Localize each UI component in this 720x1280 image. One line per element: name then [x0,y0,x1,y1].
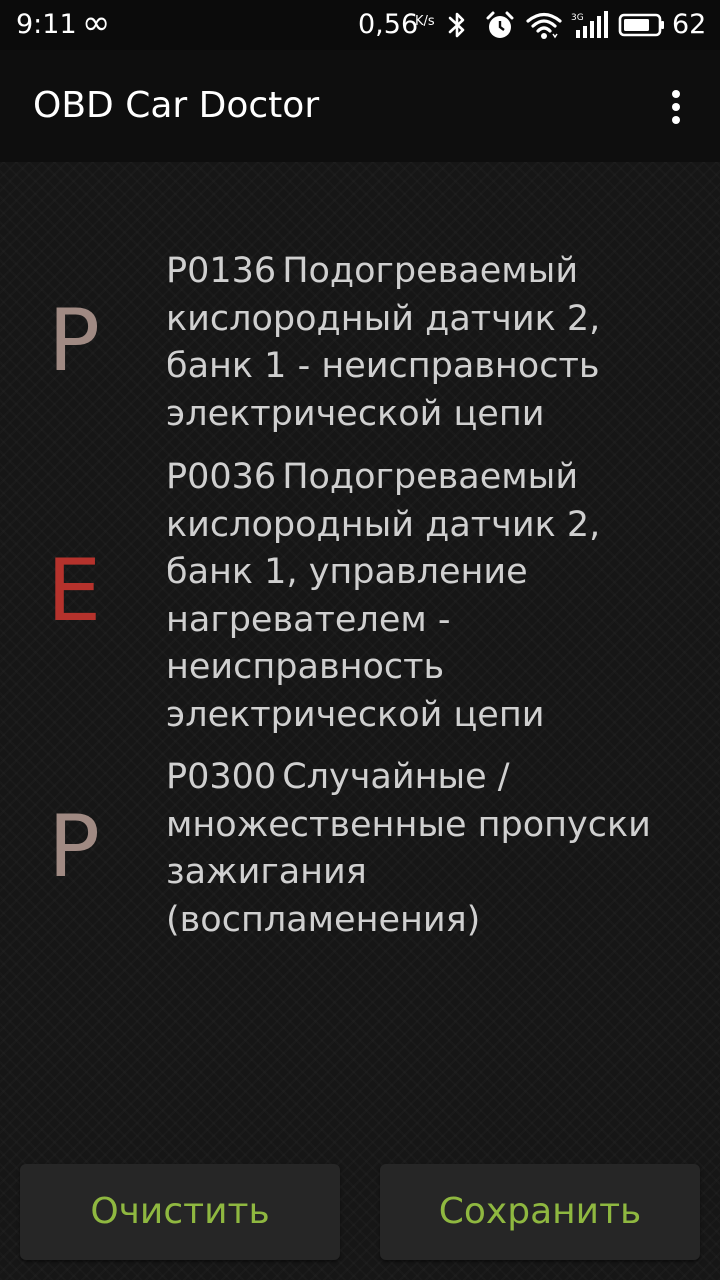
dtc-line: неисправность [166,647,445,687]
network-type-label: 3G [571,13,584,23]
dtc-line: электрической цепи [166,694,545,735]
bluetooth-icon [448,12,465,38]
cellular-signal-icon: 3G [571,11,608,38]
app-screen: 9:11 ∞ 0,56 K/s 3G 62 OBD Car Doctor P P… [0,0,720,1280]
dtc-line: P0136 Подогреваемый [166,248,686,296]
dtc-line-text: Подогреваемый [282,251,579,291]
dtc-status-letter: P [48,797,100,897]
dtc-description: P0036 Подогреваемый кислородный датчик 2,… [166,454,686,739]
dtc-line: кислородный датчик 2, [166,298,601,339]
more-vert-icon[interactable] [656,84,696,130]
dtc-line-text: Подогреваемый [282,457,579,497]
dtc-line: электрической цепи [166,393,545,434]
dtc-line: P0036 Подогреваемый [166,454,686,502]
save-button[interactable]: Сохранить [380,1164,700,1260]
dtc-list-item[interactable]: P P0136 Подогреваемый кислородный датчик … [0,248,720,438]
dtc-line: P0300 Случайные / [166,754,686,802]
battery-icon [618,13,664,37]
alarm-icon [486,11,514,38]
dtc-line: нагревателем - [166,599,451,640]
dtc-list-item[interactable]: P P0300 Случайные / множественные пропуск… [0,754,720,944]
dtc-description: P0300 Случайные / множественные пропуски … [166,754,686,944]
infinity-icon: ∞ [82,3,111,43]
dtc-description: P0136 Подогреваемый кислородный датчик 2,… [166,248,686,438]
clear-button[interactable]: Очистить [20,1164,340,1260]
dtc-code: P0136 [166,251,277,291]
status-time: 9:11 [16,9,77,40]
dtc-status-letter: P [48,291,100,391]
dtc-line: банк 1 - неисправность [166,346,600,386]
status-bar: 9:11 ∞ 0,56 K/s 3G 62 [0,0,720,50]
dtc-line: банк 1, управление [166,552,528,592]
dtc-status-letter: E [46,541,102,641]
battery-percent: 62 [672,9,707,40]
network-speed-unit: K/s [415,14,435,29]
wifi-icon [526,12,562,39]
dtc-line: (воспламенения) [166,899,481,940]
dtc-list-item[interactable]: E P0036 Подогреваемый кислородный датчик … [0,454,720,739]
dtc-line-text: Случайные / [282,757,510,797]
dtc-code: P0300 [166,757,277,797]
app-title: OBD Car Doctor [33,85,320,126]
dtc-line: кислородный датчик 2, [166,504,601,545]
app-bar: OBD Car Doctor [0,50,720,162]
dtc-line: множественные пропуски [166,804,651,845]
dtc-code: P0036 [166,457,277,497]
network-speed: 0,56 [358,9,419,40]
dtc-line: зажигания [166,852,367,892]
